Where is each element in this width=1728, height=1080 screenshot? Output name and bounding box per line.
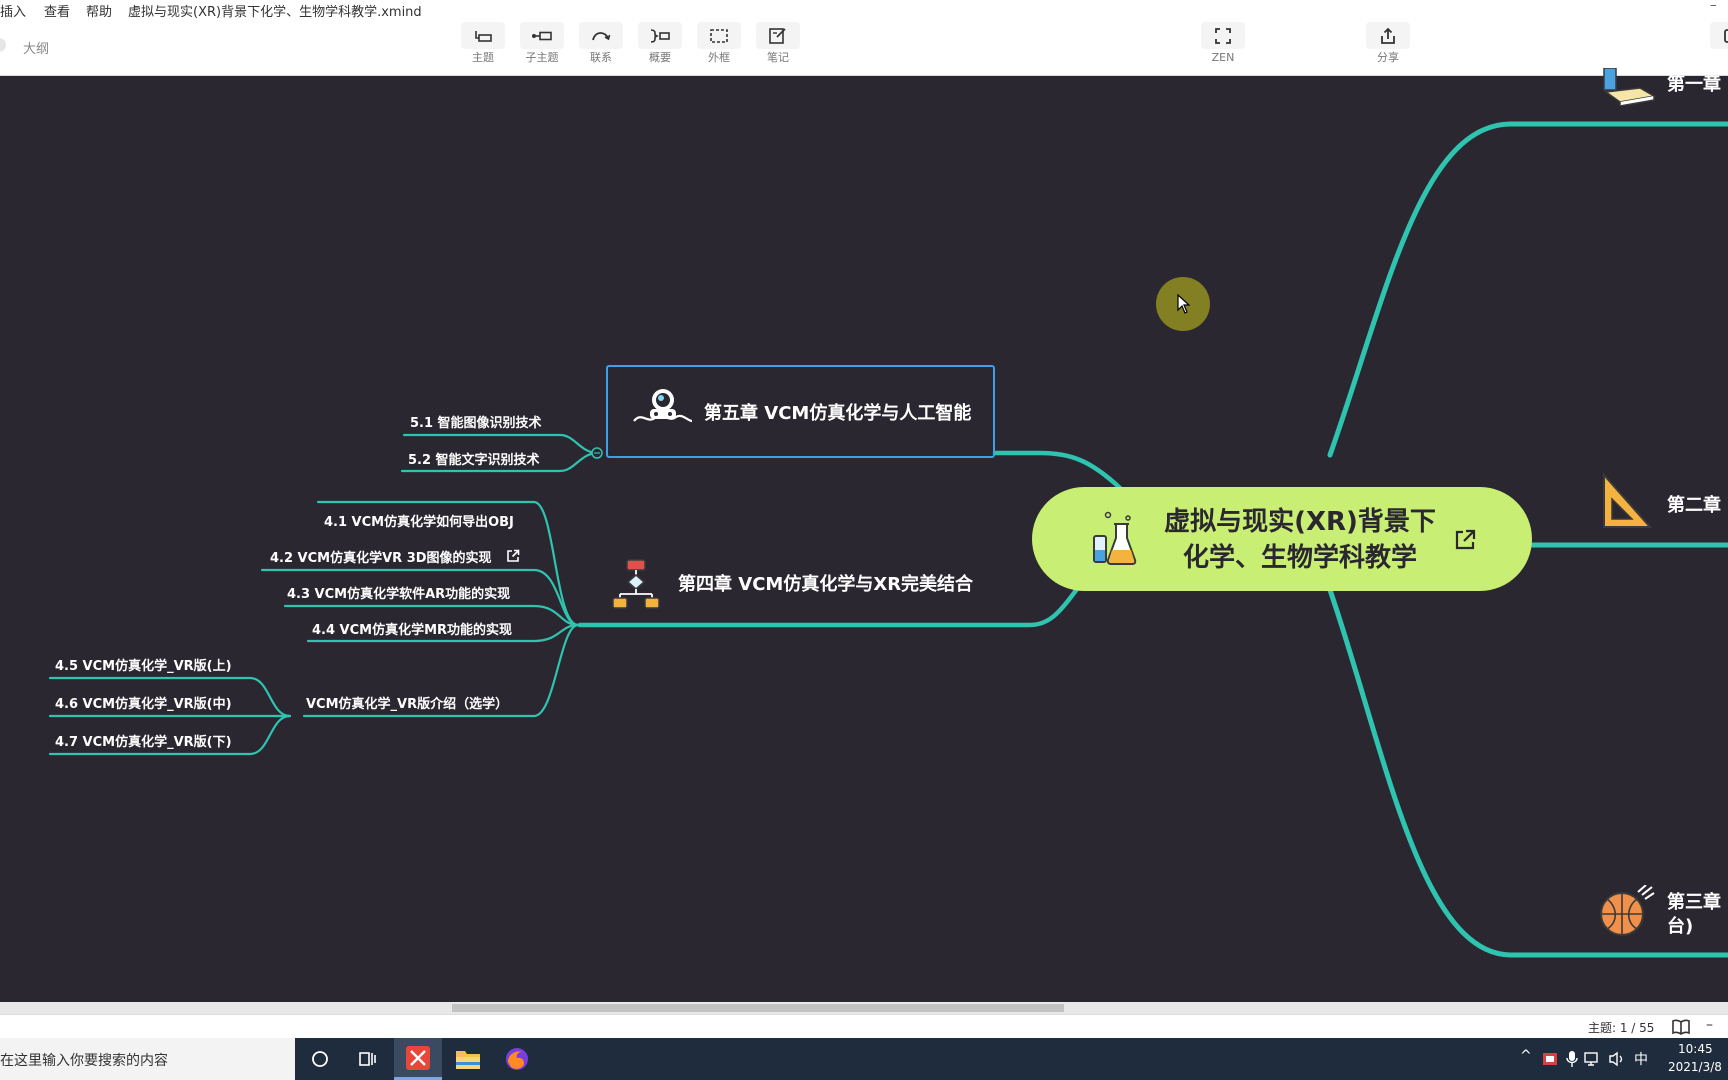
note-button[interactable]: 笔记 — [754, 22, 802, 63]
clock-time[interactable]: 10:45 — [1678, 1042, 1713, 1056]
volume-icon[interactable] — [1608, 1051, 1626, 1067]
flask-icon — [1093, 511, 1137, 565]
share-icon — [1381, 27, 1395, 44]
format-button[interactable] — [1708, 22, 1728, 49]
topic-4-7[interactable]: 4.7 VCM仿真化学_VR版(下) — [55, 731, 232, 750]
zoom-out-button[interactable]: – — [1706, 1017, 1713, 1033]
outline-book-icon[interactable] — [1672, 1019, 1690, 1035]
clock-date[interactable]: 2021/3/8 — [1668, 1060, 1722, 1074]
root-title: 虚拟与现实(XR)背景下 化学、生物学科教学 — [1144, 504, 1456, 576]
taskbar-search[interactable]: 在这里输入你要搜索的内容 — [0, 1038, 295, 1080]
zen-label: ZEN — [1211, 51, 1235, 64]
topic-4-1[interactable]: 4.1 VCM仿真化学如何导出OBJ — [324, 511, 514, 530]
topic-4-5[interactable]: 4.5 VCM仿真化学_VR版(上) — [55, 655, 232, 674]
share-button[interactable]: 分享 — [1364, 22, 1412, 63]
chapter4-title[interactable]: 第四章 VCM仿真化学与XR完美结合 — [678, 570, 973, 596]
status-bar: 主题: 1 / 55 – — [0, 1014, 1728, 1039]
cortana-button[interactable] — [296, 1038, 344, 1080]
taskbar: 在这里输入你要搜索的内容 ^ 中 10:45 2021/3/8 — [0, 1038, 1728, 1080]
topic-count: 主题: 1 / 55 — [1588, 1021, 1655, 1035]
summary-button[interactable]: 概要 — [636, 22, 684, 63]
menu-bar: 插入 查看 帮助 虚拟与现实(XR)背景下化学、生物学科教学.xmind – — [0, 0, 1728, 20]
topic-vr-intro[interactable]: VCM仿真化学_VR版介绍（选学） — [306, 693, 508, 712]
tray-expand-icon[interactable]: ^ — [1520, 1048, 1532, 1064]
robot-icon — [633, 389, 693, 423]
set-square-icon — [1603, 473, 1652, 528]
xmind-icon — [406, 1045, 430, 1070]
boundary-icon — [710, 28, 728, 43]
outline-label: 大纲 — [23, 42, 50, 57]
network-icon[interactable] — [1584, 1051, 1602, 1067]
toolbar — [0, 18, 1728, 76]
relationship-label: 联系 — [590, 51, 612, 64]
topic-4-3[interactable]: 4.3 VCM仿真化学软件AR功能的实现 — [287, 583, 510, 602]
boundary-button[interactable]: 外框 — [695, 22, 743, 63]
flowchart-icon — [612, 559, 660, 609]
chapter3-title-line2: 台) — [1667, 916, 1694, 937]
subtopic-icon — [532, 31, 552, 40]
basketball-icon — [1600, 885, 1655, 936]
summary-icon — [650, 28, 670, 43]
taskbar-firefox[interactable] — [493, 1038, 541, 1080]
branch-chapter5 — [992, 450, 1123, 491]
firefox-icon — [506, 1048, 528, 1070]
topic-link-icon[interactable] — [506, 549, 520, 563]
branch-chapter1 — [1327, 121, 1728, 458]
subtopic-button[interactable]: 子主题 — [518, 22, 566, 63]
subtopic-label: 子主题 — [525, 51, 559, 64]
taskbar-file-explorer[interactable] — [444, 1038, 492, 1080]
note-icon — [769, 27, 786, 44]
share-label: 分享 — [1377, 51, 1399, 64]
topic-5-1[interactable]: 5.1 智能图像识别技术 — [410, 412, 542, 431]
microphone-icon[interactable] — [1566, 1050, 1578, 1068]
chapter2-title[interactable]: 第二章 — [1667, 491, 1721, 517]
topic-4-6[interactable]: 4.6 VCM仿真化学_VR版(中) — [55, 693, 232, 712]
topic-4-4[interactable]: 4.4 VCM仿真化学MR功能的实现 — [312, 619, 512, 638]
topic-4-2[interactable]: 4.2 VCM仿真化学VR 3D图像的实现 — [270, 547, 492, 566]
taskbar-xmind[interactable] — [394, 1038, 442, 1080]
taskbar-search-placeholder: 在这里输入你要搜索的内容 — [0, 1053, 168, 1069]
root-title-line2: 化学、生物学科教学 — [1182, 543, 1417, 573]
format-icon — [1724, 28, 1728, 43]
topic-label: 主题 — [472, 51, 494, 64]
external-link-icon[interactable] — [1453, 528, 1477, 552]
task-view-icon — [359, 1052, 376, 1066]
chapter1-title[interactable]: 第一章 — [1667, 70, 1721, 96]
books-icon — [1603, 68, 1657, 106]
security-icon[interactable] — [1542, 1051, 1558, 1067]
folder-icon — [456, 1051, 480, 1069]
topic-icon — [475, 30, 492, 42]
scrollbar-thumb[interactable] — [452, 1004, 1064, 1012]
chapter5-title[interactable]: 第五章 VCM仿真化学与人工智能 — [704, 399, 971, 425]
cortana-icon — [312, 1051, 328, 1067]
task-view-button[interactable] — [344, 1038, 392, 1080]
outline-tab[interactable]: 大纲 — [0, 28, 80, 64]
horizontal-scrollbar[interactable] — [0, 1002, 1728, 1014]
relationship-icon — [592, 31, 611, 40]
relationship-button[interactable]: 联系 — [577, 22, 625, 63]
fullscreen-icon — [1215, 27, 1231, 44]
chapter3-title-line1[interactable]: 第三章 — [1667, 888, 1721, 914]
summary-label: 概要 — [649, 51, 671, 64]
zen-button[interactable]: ZEN — [1199, 22, 1247, 63]
outline-tab-indicator — [0, 38, 6, 52]
topic-button[interactable]: 主题 — [459, 22, 507, 63]
note-label: 笔记 — [767, 51, 789, 64]
ime-indicator[interactable]: 中 — [1634, 1049, 1648, 1069]
minimize-button[interactable]: – — [1710, 0, 1717, 13]
boundary-label: 外框 — [708, 51, 730, 64]
topic-5-2[interactable]: 5.2 智能文字识别技术 — [408, 449, 540, 468]
root-title-line1: 虚拟与现实(XR)背景下 — [1164, 507, 1436, 537]
mouse-cursor-icon — [1177, 294, 1191, 314]
